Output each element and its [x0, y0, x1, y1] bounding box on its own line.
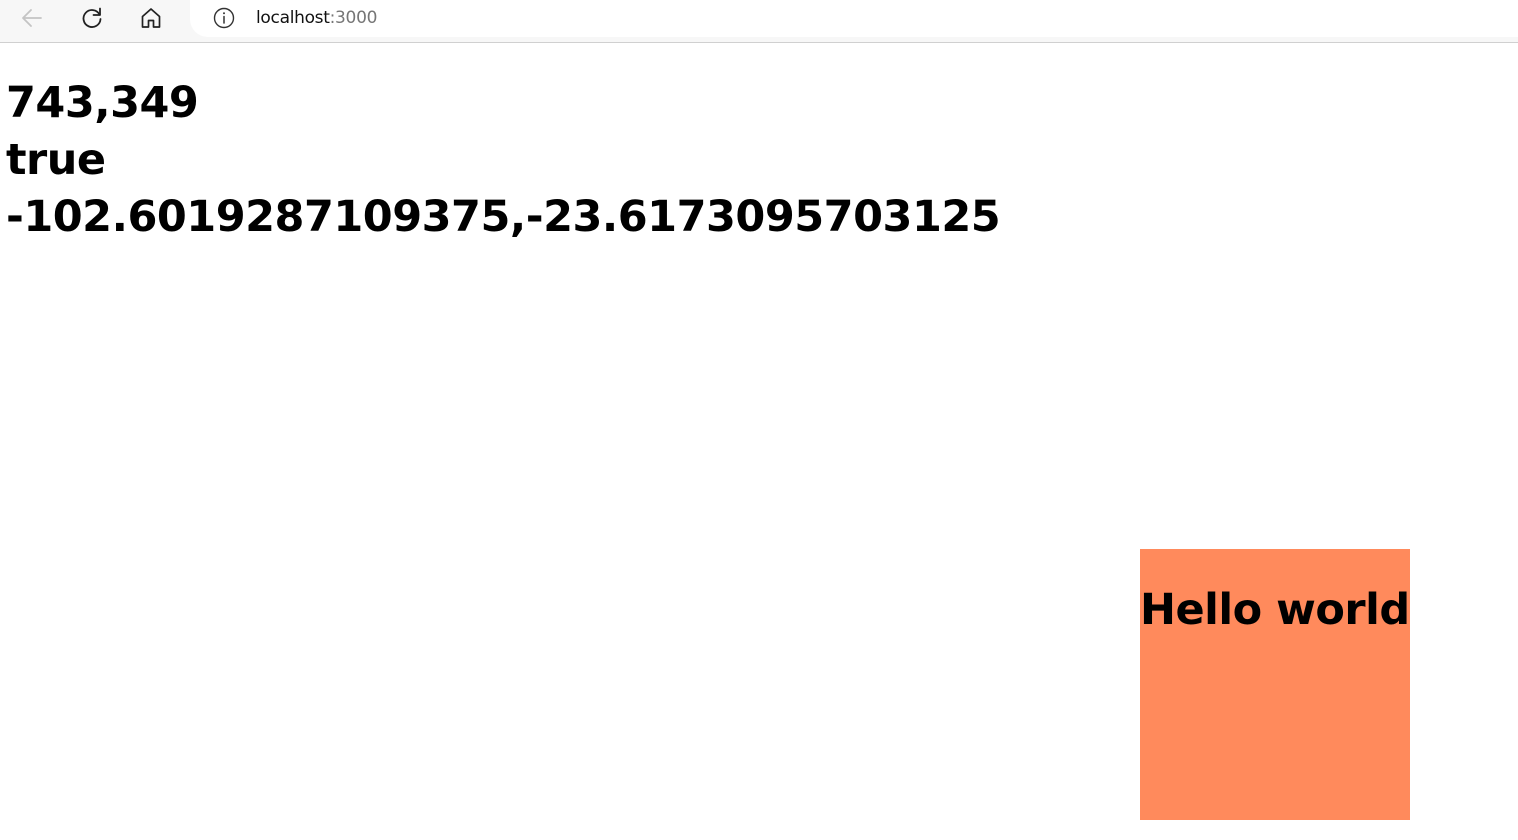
hello-box-title: Hello world	[1140, 585, 1410, 635]
offset-heading: -102.6019287109375,-23.6173095703125	[6, 192, 1001, 242]
back-button[interactable]	[16, 2, 48, 34]
coordinates-heading: 743,349	[6, 78, 199, 128]
url-text[interactable]: localhost:3000	[256, 8, 377, 28]
address-bar[interactable]: localhost:3000	[190, 0, 1518, 37]
hello-box[interactable]: Hello world	[1140, 549, 1410, 820]
url-port: :3000	[329, 8, 378, 28]
boolean-heading: true	[6, 135, 106, 185]
reload-icon	[82, 7, 102, 28]
page-content: 743,349 true -102.6019287109375,-23.6173…	[0, 44, 1518, 840]
url-host: localhost	[256, 8, 330, 28]
browser-toolbar: localhost:3000	[0, 0, 1518, 43]
home-icon	[141, 8, 161, 28]
arrow-left-icon	[22, 9, 42, 27]
reload-button[interactable]	[76, 2, 108, 34]
home-button[interactable]	[135, 2, 167, 34]
info-icon[interactable]	[212, 6, 236, 30]
